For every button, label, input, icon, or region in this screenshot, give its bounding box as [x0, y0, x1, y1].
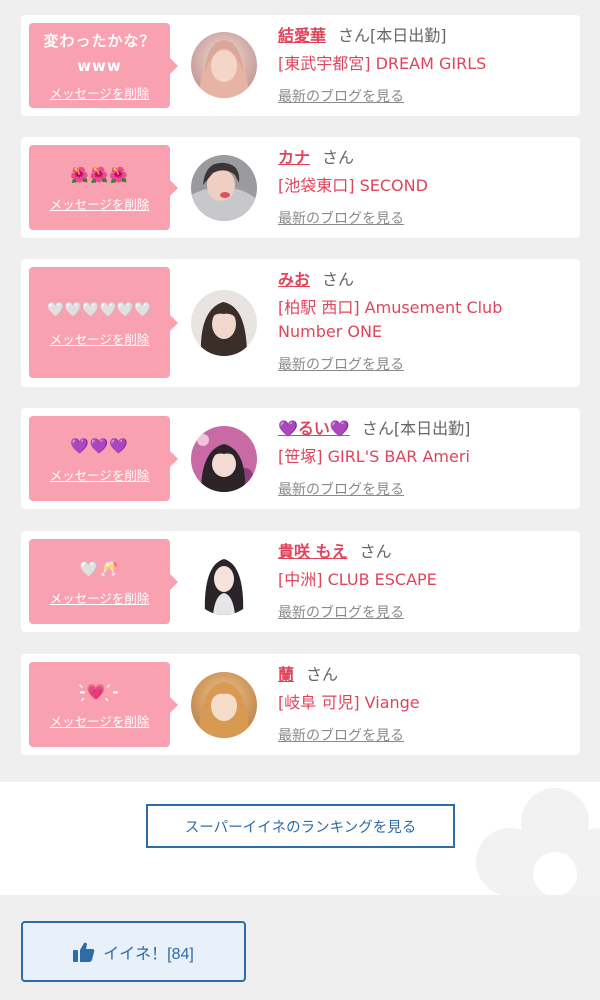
- member-info: 結愛華 さん[本日出勤] [東武宇都宮] DREAM GIRLS 最新のブログを見…: [278, 24, 570, 106]
- message-bubble: 🤍🤍🤍🤍🤍🤍 メッセージを削除: [29, 267, 178, 378]
- avatar[interactable]: [191, 290, 257, 356]
- thumbs-up-icon: [73, 942, 95, 962]
- bubble-message-text: 💜💜💜: [69, 436, 130, 455]
- member-name-link[interactable]: みお: [278, 270, 310, 289]
- member-name-link[interactable]: 蘭: [278, 665, 294, 684]
- member-status: さん[本日出勤]: [338, 26, 447, 45]
- latest-blog-link[interactable]: 最新のブログを見る: [278, 354, 404, 374]
- shop-name: [東武宇都宮] DREAM GIRLS: [278, 54, 487, 73]
- bubble-message-text: 🤍🥂: [79, 559, 120, 578]
- delete-message-link[interactable]: メッセージを削除: [50, 465, 150, 484]
- latest-blog-link[interactable]: 最新のブログを見る: [278, 602, 404, 622]
- latest-blog-link[interactable]: 最新のブログを見る: [278, 479, 404, 499]
- super-like-ranking-button[interactable]: スーパーイイネのランキングを見る: [146, 804, 455, 848]
- latest-blog-link[interactable]: 最新のブログを見る: [278, 208, 404, 228]
- shop-name: [笹塚] GIRL'S BAR Ameri: [278, 447, 470, 466]
- message-card: 変わったかな？ www メッセージを削除 結愛華 さん[本日出勤] [東武宇都宮]…: [21, 15, 580, 116]
- delete-message-link[interactable]: メッセージを削除: [50, 329, 150, 348]
- name-line: 貴咲 もえ さん: [278, 540, 570, 564]
- latest-blog-link[interactable]: 最新のブログを見る: [278, 725, 404, 745]
- name-line: 💜るい💜 さん[本日出勤]: [278, 417, 570, 441]
- member-info: カナ さん [池袋東口] SECOND 最新のブログを見る: [278, 146, 570, 228]
- flower-decoration-icon: [476, 788, 600, 895]
- member-name-link[interactable]: 貴咲 もえ: [278, 542, 348, 561]
- bubble-message-text: 🌺🌺🌺: [69, 165, 130, 184]
- shop-name: [池袋東口] SECOND: [278, 176, 428, 195]
- message-card: 💜💜💜 メッセージを削除 💜るい💜 さん[本日出勤] [笹塚] GIRL'S BA…: [21, 408, 580, 509]
- avatar[interactable]: [191, 155, 257, 221]
- avatar[interactable]: [191, 32, 257, 98]
- message-bubble: 🤍🥂 メッセージを削除: [29, 539, 178, 624]
- member-status: さん: [359, 542, 392, 561]
- member-name-link[interactable]: 💜るい💜: [278, 419, 350, 438]
- message-card: 🤍🤍🤍🤍🤍🤍 メッセージを削除 みお さん [柏駅 西口] Amusement C…: [21, 259, 580, 387]
- shop-name: [柏駅 西口] Amusement Club Number ONE: [278, 298, 503, 341]
- shop-name: [中洲] CLUB ESCAPE: [278, 570, 437, 589]
- message-card: -̗̀💗 ̖́- メッセージを削除 蘭さん [岐阜 可児] Viange 最新の…: [21, 654, 580, 755]
- message-bubble: 💜💜💜 メッセージを削除: [29, 416, 178, 501]
- member-info: 貴咲 もえ さん [中洲] CLUB ESCAPE 最新のブログを見る: [278, 540, 570, 622]
- member-status: さん: [322, 270, 355, 289]
- like-button-label: イイネ！[84]: [103, 945, 194, 963]
- bubble-message-text: 🤍🤍🤍🤍🤍🤍: [47, 301, 152, 318]
- member-info: 💜るい💜 さん[本日出勤] [笹塚] GIRL'S BAR Ameri 最新のブロ…: [278, 417, 570, 499]
- member-name-link[interactable]: カナ: [278, 148, 310, 167]
- ranking-section: スーパーイイネのランキングを見る: [0, 782, 600, 895]
- avatar[interactable]: [191, 426, 257, 492]
- member-status: さん[本日出勤]: [361, 419, 471, 438]
- shop-name: [岐阜 可児] Viange: [278, 693, 420, 712]
- name-line: 結愛華 さん[本日出勤]: [278, 24, 570, 48]
- member-status: さん: [306, 665, 339, 684]
- message-bubble: 🌺🌺🌺 メッセージを削除: [29, 145, 178, 230]
- member-name-link[interactable]: 結愛華: [278, 26, 326, 45]
- avatar[interactable]: [191, 549, 257, 615]
- bubble-message-text: 変わったかな？ www: [43, 32, 156, 75]
- delete-message-link[interactable]: メッセージを削除: [50, 83, 150, 102]
- message-bubble: -̗̀💗 ̖́- メッセージを削除: [29, 662, 178, 747]
- name-line: カナ さん: [278, 146, 570, 170]
- member-info: 蘭さん [岐阜 可児] Viange 最新のブログを見る: [278, 663, 570, 745]
- delete-message-link[interactable]: メッセージを削除: [50, 588, 150, 607]
- latest-blog-link[interactable]: 最新のブログを見る: [278, 86, 404, 106]
- delete-message-link[interactable]: メッセージを削除: [50, 711, 150, 730]
- member-status: さん: [322, 148, 355, 167]
- message-card: 🌺🌺🌺 メッセージを削除 カナ さん [池袋東口] SECOND 最新のブログを見…: [21, 137, 580, 238]
- member-info: みお さん [柏駅 西口] Amusement Club Number ONE 最…: [278, 268, 570, 374]
- message-card: 🤍🥂 メッセージを削除 貴咲 もえ さん [中洲] CLUB ESCAPE 最新の…: [21, 531, 580, 632]
- bubble-message-text: -̗̀💗 ̖́-: [79, 682, 120, 701]
- delete-message-link[interactable]: メッセージを削除: [50, 194, 150, 213]
- avatar[interactable]: [191, 672, 257, 738]
- message-bubble: 変わったかな？ www メッセージを削除: [29, 23, 178, 108]
- name-line: 蘭さん: [278, 663, 570, 687]
- like-button[interactable]: イイネ！[84]: [21, 921, 246, 982]
- name-line: みお さん: [278, 268, 570, 292]
